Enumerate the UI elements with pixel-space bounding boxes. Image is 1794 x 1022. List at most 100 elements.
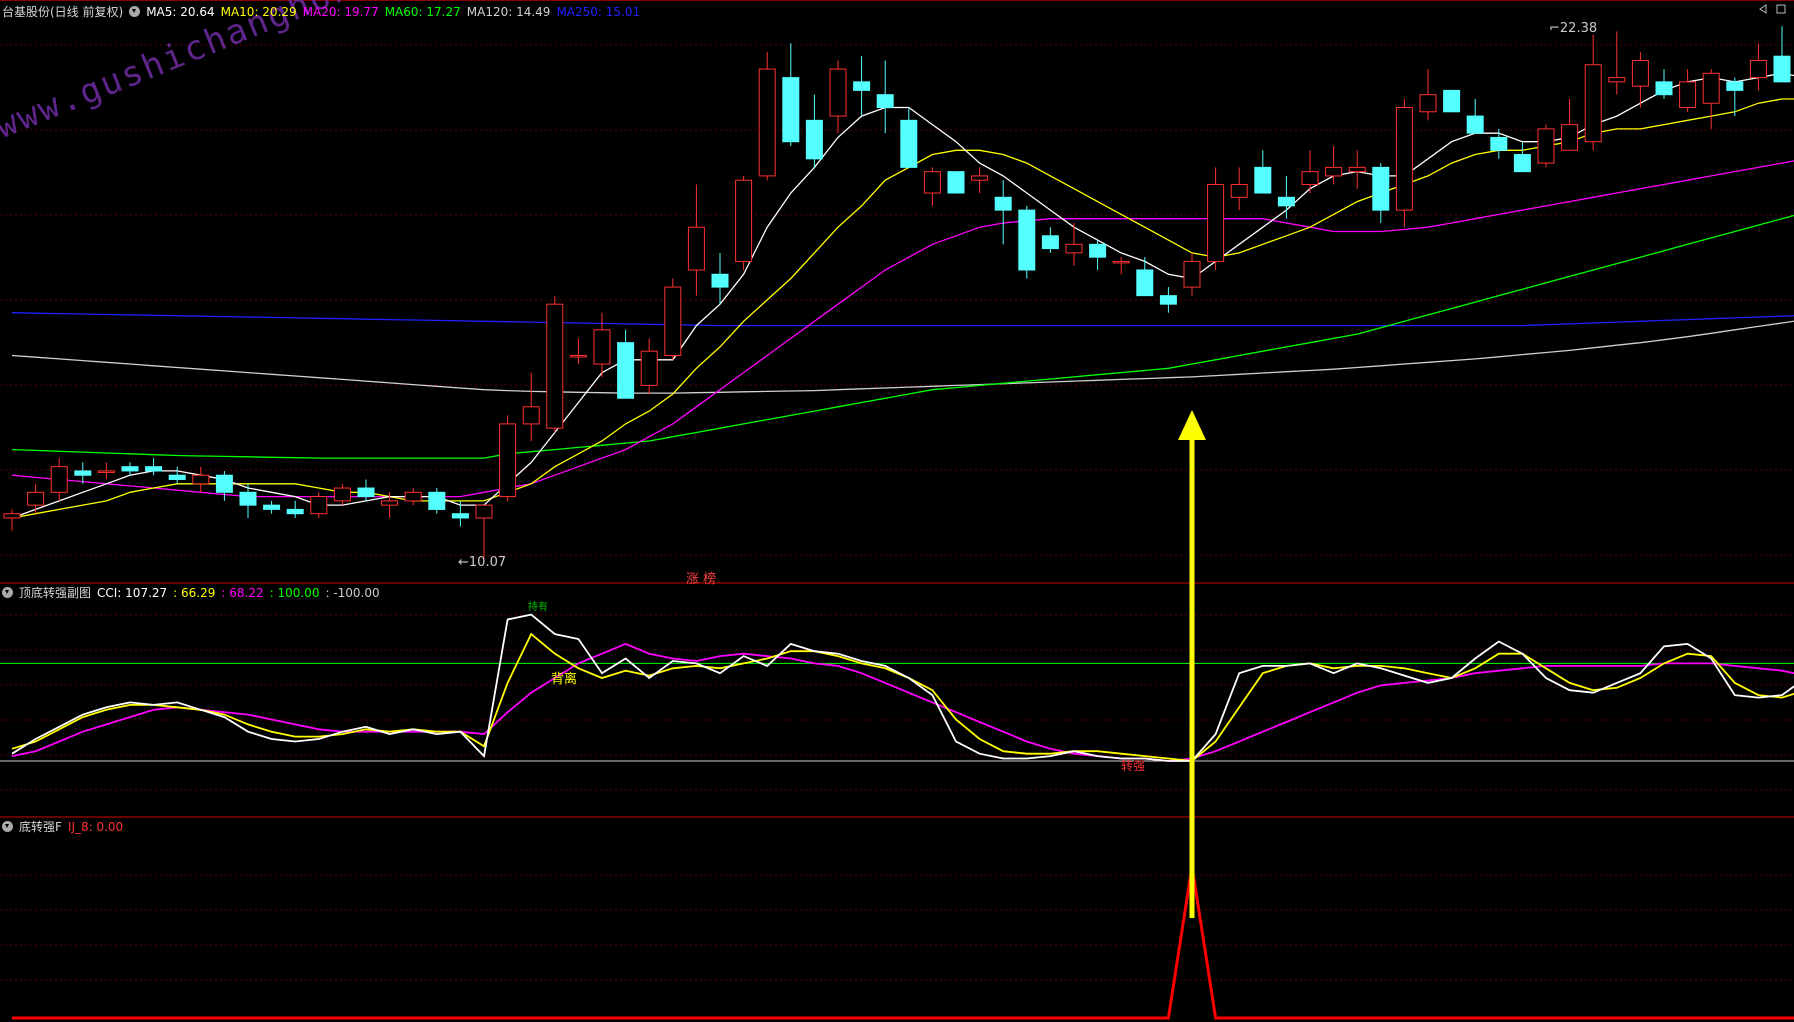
ma5-label: MA5: 20.64 (146, 5, 215, 19)
candle-body-71 (1679, 81, 1697, 109)
candle-body-74 (1749, 59, 1767, 79)
ma-line-ma20 (11, 160, 1794, 498)
candle-body-27 (640, 350, 658, 386)
candle-body-9 (215, 474, 233, 493)
sub2-title: 底转强F (19, 820, 62, 834)
ma10-label: MA10: 20.29 (220, 5, 297, 19)
candle-body-5 (121, 466, 139, 472)
candle-body-62 (1466, 115, 1484, 134)
candle-body-58 (1372, 166, 1390, 211)
annotation-turn-strong: 转强 (1121, 759, 1146, 773)
ma120-label: MA120: 14.49 (466, 5, 551, 19)
candle-body-48 (1136, 269, 1154, 297)
candle-body-47 (1112, 260, 1130, 264)
cci-label: CCI: 107.27 (97, 586, 168, 600)
candle-body-73 (1726, 81, 1744, 91)
candle-body-63 (1490, 136, 1508, 151)
candle-body-66 (1561, 124, 1579, 151)
ma-toggle-icon[interactable] (129, 6, 141, 17)
candle-body-28 (664, 286, 682, 356)
candle-body-39 (923, 171, 941, 194)
candle-body-2 (50, 466, 68, 493)
candle-body-46 (1089, 243, 1107, 258)
cci-line-white (11, 613, 1794, 762)
candle-body-32 (758, 68, 776, 177)
candle-body-26 (617, 342, 635, 399)
ma-line-ma120 (11, 320, 1794, 394)
candle-body-60 (1419, 94, 1437, 113)
candle-body-40 (947, 171, 965, 194)
candle-body-37 (876, 94, 894, 109)
sub1-toggle-icon[interactable] (2, 587, 13, 598)
candle-body-14 (333, 487, 351, 502)
candle-body-45 (1065, 243, 1083, 254)
candle-body-16 (381, 500, 399, 506)
candle-body-25 (593, 329, 611, 365)
candle-body-17 (404, 491, 422, 502)
candle-body-15 (357, 487, 375, 498)
limit-up-marker: 涨 榜 (686, 572, 717, 587)
candle-body-65 (1537, 128, 1555, 164)
candle-body-3 (74, 470, 92, 476)
sub1-val-yellow: : 66.29 (173, 586, 216, 600)
sub2-toggle-icon[interactable] (2, 821, 13, 832)
candle-body-52 (1230, 183, 1248, 198)
candle-body-55 (1301, 171, 1319, 185)
candle-body-24 (569, 354, 587, 358)
candle-body-29 (687, 226, 705, 271)
sub1-val-gray: : -100.00 (325, 586, 380, 600)
ij8-label: IJ_8: 0.00 (67, 820, 124, 834)
candle-body-22 (522, 406, 540, 425)
candle-body-10 (239, 491, 257, 506)
low-price-label: ←10.07 (458, 555, 507, 570)
candle-body-61 (1443, 89, 1461, 113)
annotation-divergence: 背离 (551, 672, 578, 687)
candle-body-57 (1348, 166, 1366, 173)
candle-body-49 (1159, 295, 1177, 305)
candle-body-8 (192, 474, 210, 485)
candle-body-33 (782, 77, 800, 143)
ij8-line (12, 866, 1794, 1020)
stock-chart-canvas (0, 0, 1794, 1020)
candle-body-11 (263, 504, 281, 510)
candle-body-64 (1513, 154, 1531, 173)
candle-body-53 (1254, 166, 1272, 194)
candle-body-35 (829, 68, 847, 117)
candle-body-1 (27, 491, 45, 506)
sub2-header: 底转强F IJ_8: 0.00 (2, 818, 129, 836)
candle-body-23 (546, 303, 564, 429)
candle-body-19 (451, 513, 469, 519)
candle-body-44 (1041, 235, 1059, 250)
candle-body-18 (428, 491, 446, 510)
candle-body-68 (1608, 77, 1626, 83)
ma250-label: MA250: 15.01 (556, 5, 641, 19)
sub1-header: 顶底转强副图 CCI: 107.27: 66.29: 68.22: 100.00:… (2, 584, 386, 602)
collapse-icon[interactable] (1758, 4, 1768, 14)
maximize-icon[interactable] (1776, 4, 1786, 14)
annotation-hold: 持有 (528, 602, 548, 613)
ma20-label: MA20: 19.77 (302, 5, 379, 19)
candle-body-75 (1773, 55, 1791, 83)
candle-body-56 (1325, 166, 1343, 177)
candle-body-54 (1277, 196, 1295, 207)
ma60-label: MA60: 17.27 (384, 5, 461, 19)
cci-line-magenta (11, 642, 1794, 762)
candle-body-72 (1702, 72, 1720, 104)
candle-body-12 (286, 508, 304, 515)
candle-body-42 (994, 196, 1012, 211)
candle-body-70 (1655, 81, 1673, 96)
candle-body-21 (499, 423, 517, 498)
candle-body-41 (971, 175, 989, 181)
candle-body-51 (1207, 183, 1225, 262)
cci-line-yellow (11, 632, 1794, 762)
candle-body-7 (168, 474, 186, 480)
candle-body-38 (900, 119, 918, 168)
ma-line-ma60 (11, 214, 1794, 459)
candle-body-50 (1183, 260, 1201, 288)
candle-body-34 (805, 119, 823, 160)
candle-body-31 (735, 179, 753, 262)
sub1-val-magenta: : 68.22 (221, 586, 264, 600)
candle-body-6 (145, 466, 163, 472)
candle-body-13 (310, 496, 328, 515)
candle-body-4 (97, 470, 115, 473)
